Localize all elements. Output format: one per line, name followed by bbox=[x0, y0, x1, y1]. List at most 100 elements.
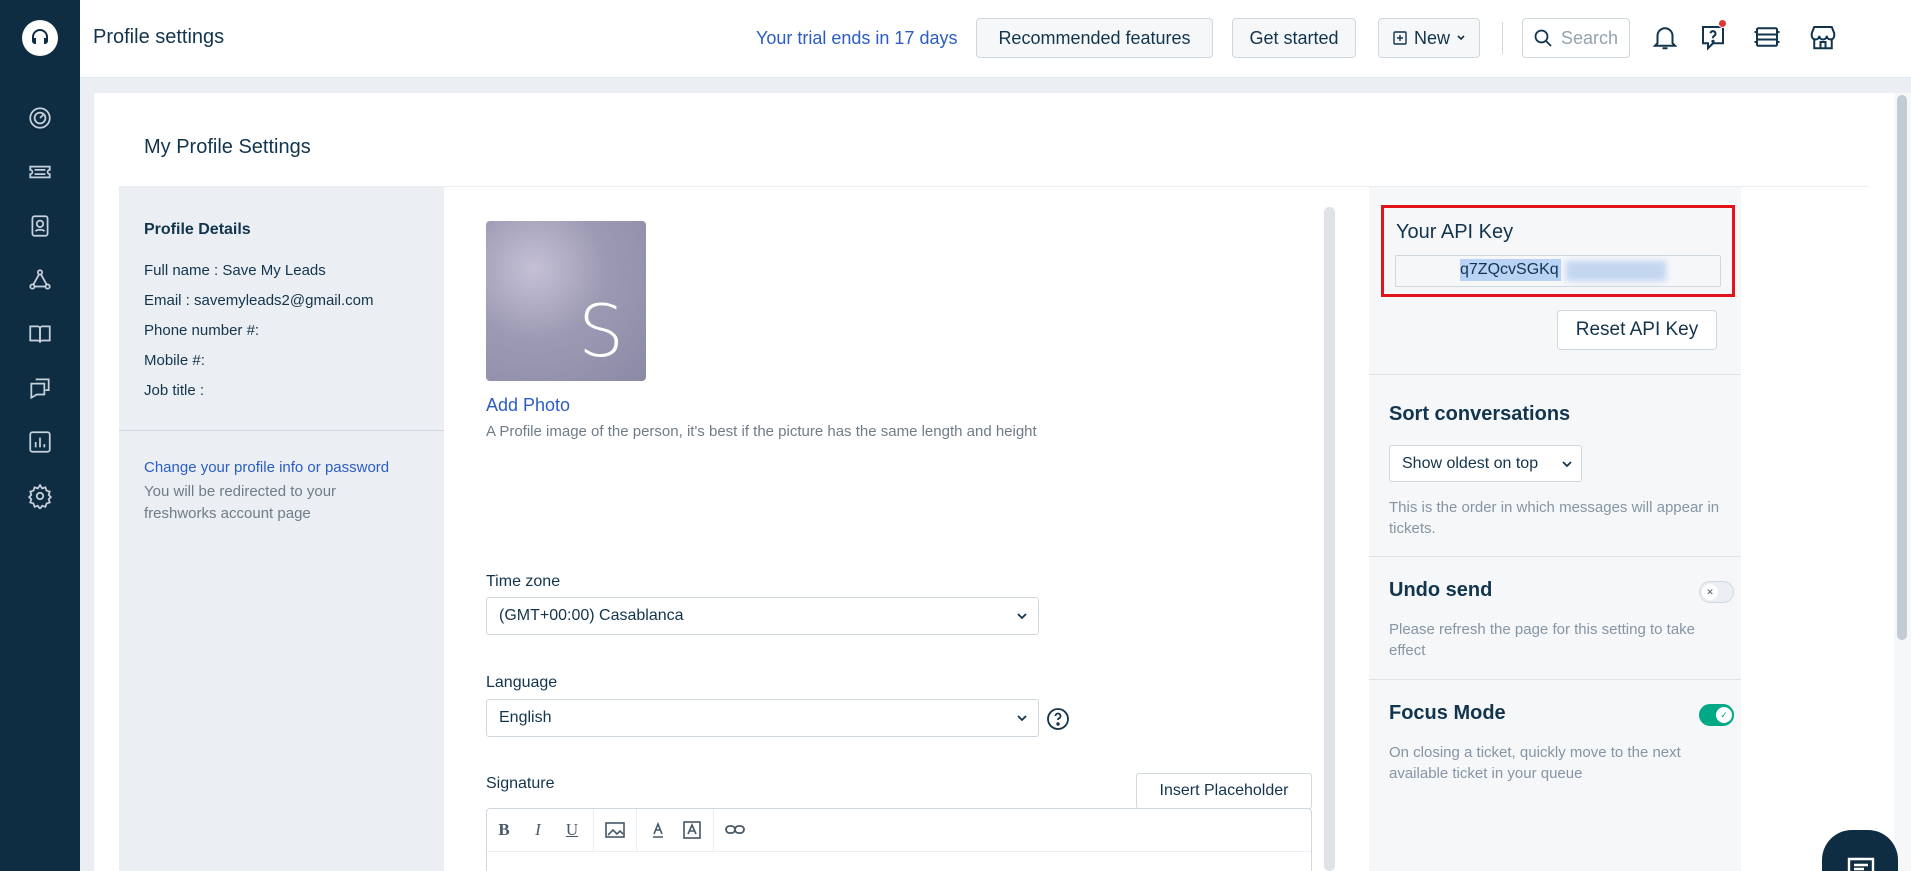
sidebar-item-groups[interactable] bbox=[0, 255, 80, 305]
link-icon bbox=[725, 825, 745, 834]
profile-photo[interactable]: S bbox=[486, 221, 646, 381]
photo-initial: S bbox=[578, 289, 624, 373]
page-scrollbar[interactable] bbox=[1894, 93, 1911, 871]
search-icon bbox=[1534, 29, 1552, 47]
sort-value: Show oldest on top bbox=[1402, 454, 1539, 472]
chat-widget-button[interactable] bbox=[1822, 830, 1898, 871]
phone-row: Phone number #: bbox=[144, 322, 260, 339]
full-name-label: Full name : bbox=[144, 262, 223, 279]
chevron-down-icon bbox=[1017, 613, 1027, 620]
sort-divider bbox=[1369, 556, 1741, 557]
api-key-label: Your API Key bbox=[1396, 221, 1514, 243]
toolbar-divider bbox=[713, 808, 714, 852]
bar-chart-icon bbox=[29, 431, 51, 453]
undo-send-note: Please refresh the page for this setting… bbox=[1389, 621, 1696, 659]
sort-conversations-select[interactable]: Show oldest on top bbox=[1389, 445, 1582, 482]
apps-button[interactable] bbox=[1750, 19, 1784, 55]
get-started-button[interactable]: Get started bbox=[1232, 18, 1356, 58]
api-key-field[interactable]: q7ZQcvSGKq bbox=[1395, 255, 1721, 287]
profile-settings-card: My Profile Settings Profile Details Full… bbox=[94, 93, 1894, 871]
trial-notice-link[interactable]: Your trial ends in 17 days bbox=[756, 28, 957, 49]
profile-details-panel: Profile Details Full name : Save My Lead… bbox=[119, 187, 444, 871]
search-input[interactable]: Search bbox=[1522, 18, 1630, 58]
sidebar bbox=[0, 0, 80, 871]
contact-card-icon bbox=[31, 215, 49, 237]
toolbar-divider bbox=[636, 808, 637, 852]
focus-mode-title: Focus Mode bbox=[1389, 702, 1506, 724]
chevron-down-icon bbox=[1017, 715, 1027, 722]
gauge-icon bbox=[29, 107, 51, 129]
undo-send-title: Undo send bbox=[1389, 579, 1493, 601]
insert-image-button[interactable] bbox=[598, 809, 632, 852]
notifications-button[interactable] bbox=[1648, 19, 1682, 55]
search-placeholder: Search bbox=[1561, 27, 1619, 48]
toolbar-divider bbox=[593, 808, 594, 852]
sidebar-item-admin[interactable] bbox=[0, 471, 80, 521]
photo-note: A Profile image of the person, it's best… bbox=[486, 423, 1037, 440]
sort-conversations-title: Sort conversations bbox=[1389, 403, 1571, 425]
recommended-features-button[interactable]: Recommended features bbox=[976, 18, 1213, 58]
email-row: Email : savemyleads2@gmail.com bbox=[144, 292, 373, 309]
chevron-down-icon bbox=[1457, 35, 1465, 41]
sidebar-item-solutions[interactable] bbox=[0, 309, 80, 359]
insert-link-button[interactable] bbox=[718, 809, 752, 852]
language-value: English bbox=[499, 709, 552, 726]
bold-button[interactable]: B bbox=[487, 809, 521, 852]
store-icon bbox=[1810, 26, 1836, 50]
profile-divider bbox=[119, 430, 444, 431]
new-button[interactable]: New bbox=[1378, 18, 1480, 58]
change-profile-link[interactable]: Change your profile info or password bbox=[144, 459, 389, 476]
underline-button[interactable]: U bbox=[555, 809, 589, 852]
check-icon: ✓ bbox=[1716, 707, 1732, 723]
job-title-row: Job title : bbox=[144, 382, 205, 399]
add-photo-link[interactable]: Add Photo bbox=[486, 395, 570, 416]
profile-details-title: Profile Details bbox=[144, 221, 251, 238]
gear-icon bbox=[27, 483, 53, 509]
timezone-select[interactable]: (GMT+00:00) Casablanca bbox=[486, 597, 1039, 635]
page-title: Profile settings bbox=[93, 26, 225, 48]
preferences-panel: Your API Key q7ZQcvSGKq Reset API Key So… bbox=[1369, 187, 1741, 871]
undo-divider bbox=[1369, 679, 1741, 680]
language-select[interactable]: English bbox=[486, 699, 1039, 737]
timezone-value: (GMT+00:00) Casablanca bbox=[499, 607, 684, 624]
chat-bubble-icon bbox=[1847, 857, 1875, 871]
background-color-button[interactable] bbox=[675, 809, 709, 852]
sidebar-item-forums[interactable] bbox=[0, 363, 80, 413]
toggle-off-icon: ✕ bbox=[1702, 584, 1718, 600]
top-header: Profile settings Your trial ends in 17 d… bbox=[80, 0, 1911, 78]
undo-send-toggle[interactable]: ✕ bbox=[1699, 581, 1734, 603]
plus-box-icon bbox=[1393, 31, 1407, 45]
form-scrollbar[interactable] bbox=[1324, 207, 1335, 871]
marketplace-button[interactable] bbox=[1806, 19, 1840, 55]
panel-icon bbox=[1754, 27, 1780, 47]
chevron-down-icon bbox=[1562, 461, 1572, 468]
sidebar-item-contacts[interactable] bbox=[0, 201, 80, 251]
new-button-label: New bbox=[1413, 27, 1450, 48]
freshdesk-logo-icon[interactable] bbox=[22, 20, 58, 56]
network-icon bbox=[29, 269, 51, 290]
insert-placeholder-button[interactable]: Insert Placeholder bbox=[1136, 773, 1312, 809]
italic-button[interactable]: I bbox=[521, 809, 555, 852]
sidebar-item-dashboard[interactable] bbox=[0, 93, 80, 143]
highlight-icon bbox=[683, 821, 701, 839]
timezone-label: Time zone bbox=[486, 573, 561, 590]
api-key-blurred-part bbox=[1566, 261, 1666, 281]
full-name-row: Full name : Save My Leads bbox=[144, 262, 326, 279]
sort-note: This is the order in which messages will… bbox=[1389, 499, 1720, 537]
editor-toolbar: B I U bbox=[487, 808, 1311, 852]
help-circle-icon[interactable] bbox=[1046, 707, 1070, 731]
api-key-highlight: Your API Key q7ZQcvSGKq bbox=[1381, 205, 1735, 297]
email-value: savemyleads2@gmail.com bbox=[194, 292, 374, 309]
focus-mode-toggle[interactable]: ✓ bbox=[1699, 704, 1734, 726]
font-color-button[interactable] bbox=[641, 809, 675, 852]
page-scrollbar-thumb[interactable] bbox=[1897, 95, 1907, 640]
sidebar-item-tickets[interactable] bbox=[0, 147, 80, 197]
header-divider bbox=[1502, 22, 1503, 54]
card-title: My Profile Settings bbox=[144, 136, 311, 158]
reset-api-key-button[interactable]: Reset API Key bbox=[1557, 310, 1717, 350]
sidebar-item-reports[interactable] bbox=[0, 417, 80, 467]
font-color-icon bbox=[653, 822, 663, 838]
ticket-icon bbox=[29, 165, 51, 179]
signature-editor[interactable]: B I U bbox=[486, 808, 1312, 871]
email-label: Email : bbox=[144, 292, 195, 309]
